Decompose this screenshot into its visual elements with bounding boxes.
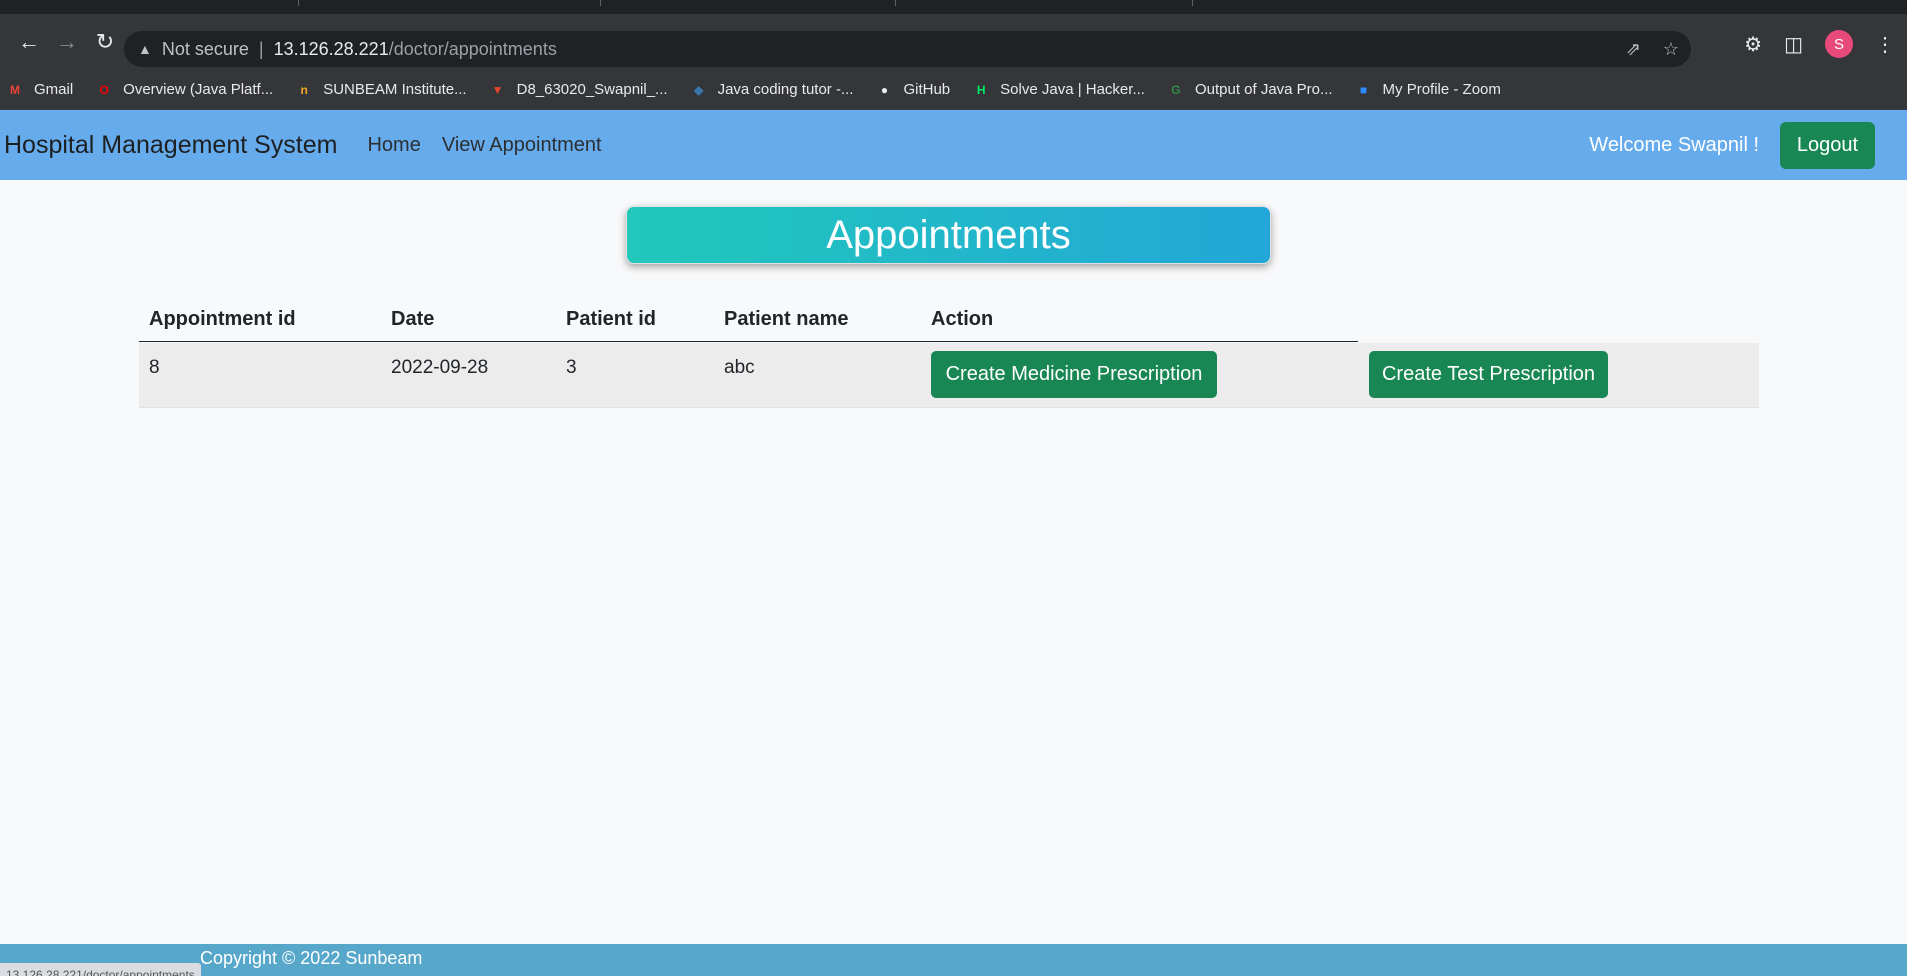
browser-status-url: 13.126.28.221/doctor/appointments: [0, 963, 201, 976]
welcome-text: Welcome Swapnil !: [1589, 133, 1759, 156]
bookmark-item[interactable]: ● GitHub: [875, 81, 950, 99]
sunbeam-icon: n: [300, 82, 308, 97]
table-header: Appointment id Date Patient id Patient n…: [139, 296, 1358, 342]
browser-toolbar: ← → ↻ ▲ Not secure | 13.126.28.221/docto…: [0, 14, 1907, 70]
forward-arrow-icon[interactable]: →: [48, 23, 86, 61]
bookmarks-bar: M Gmail O Overview (Java Platf... n SUNBEAM I…: [0, 70, 1907, 110]
zoom-icon: ■: [1359, 82, 1368, 97]
bookmark-label: Gmail: [34, 81, 74, 98]
nav-view-appointment-link[interactable]: View Appointment: [442, 134, 602, 157]
back-arrow-icon[interactable]: ←: [10, 23, 48, 61]
header-patient-id: Patient id: [566, 308, 657, 330]
tab-divider: [1192, 0, 1193, 6]
bookmark-label: Solve Java | Hacker...: [1000, 81, 1145, 98]
create-test-prescription-button[interactable]: Create Test Prescription: [1369, 351, 1608, 398]
copyright-text: Copyright © 2022 Sunbeam: [200, 948, 423, 968]
cell-patient-name: abc: [724, 357, 755, 378]
python-icon: ◆: [693, 82, 704, 97]
bookmark-label: Overview (Java Platf...: [123, 81, 274, 98]
bookmark-star-icon[interactable]: ☆: [1663, 39, 1679, 60]
bookmark-item[interactable]: M Gmail: [6, 81, 73, 99]
bookmark-label: SUNBEAM Institute...: [323, 81, 467, 98]
table-row: 8 2022-09-28 3 abc Create Medicine Presc…: [139, 343, 1759, 408]
bookmark-item[interactable]: G Output of Java Pro...: [1167, 81, 1333, 99]
tab-divider: [600, 0, 601, 6]
hackerrank-icon: H: [976, 82, 986, 97]
profile-avatar[interactable]: S: [1825, 30, 1853, 58]
bookmark-item[interactable]: H Solve Java | Hacker...: [972, 81, 1145, 99]
gitlab-icon: ▼: [491, 82, 504, 97]
url-host: 13.126.28.221: [273, 38, 389, 59]
bookmark-item[interactable]: n SUNBEAM Institute...: [295, 81, 467, 99]
gmail-icon: M: [10, 82, 20, 97]
cell-patient-id: 3: [566, 357, 577, 378]
bookmark-label: GitHub: [903, 81, 951, 98]
appointments-table: Appointment id Date Patient id Patient n…: [139, 296, 1759, 408]
bookmark-item[interactable]: O Overview (Java Platf...: [95, 81, 274, 99]
share-icon[interactable]: ⇗: [1626, 39, 1641, 60]
bookmark-item[interactable]: ■ My Profile - Zoom: [1355, 81, 1501, 99]
header-date: Date: [391, 308, 435, 330]
side-panel-icon[interactable]: ◫: [1784, 32, 1803, 57]
cell-date: 2022-09-28: [391, 357, 489, 378]
github-icon: ●: [880, 82, 889, 97]
header-patient-name: Patient name: [724, 308, 849, 330]
logout-button[interactable]: Logout: [1780, 122, 1875, 169]
browser-tabstrip: [0, 0, 1907, 14]
tab-divider: [895, 0, 896, 6]
app-navbar: Hospital Management System Home View App…: [0, 110, 1907, 180]
create-medicine-prescription-button[interactable]: Create Medicine Prescription: [931, 351, 1217, 398]
bookmark-item[interactable]: ▼ D8_63020_Swapnil_...: [489, 81, 668, 99]
geeksforgeeks-icon: G: [1171, 82, 1181, 97]
page-title: Appointments: [626, 206, 1271, 264]
bookmark-label: Output of Java Pro...: [1194, 81, 1333, 98]
reload-icon[interactable]: ↻: [86, 23, 124, 61]
oracle-icon: O: [99, 82, 109, 97]
address-bar[interactable]: ▲ Not secure | 13.126.28.221/doctor/appo…: [124, 31, 1691, 67]
header-appointment-id: Appointment id: [149, 308, 296, 330]
not-secure-label[interactable]: Not secure: [162, 39, 249, 60]
header-action: Action: [931, 308, 994, 330]
brand-title[interactable]: Hospital Management System: [4, 131, 337, 160]
footer: Copyright © 2022 Sunbeam: [0, 944, 1907, 976]
bookmark-item[interactable]: ◆ Java coding tutor -...: [690, 81, 854, 99]
bookmark-label: D8_63020_Swapnil_...: [516, 81, 668, 98]
menu-kebab-icon[interactable]: ⋮: [1875, 32, 1895, 57]
url-path: /doctor/appointments: [388, 38, 557, 59]
bookmark-label: Java coding tutor -...: [717, 81, 854, 98]
cell-appointment-id: 8: [149, 357, 160, 378]
bookmark-label: My Profile - Zoom: [1382, 81, 1501, 98]
tab-divider: [298, 0, 299, 6]
nav-home-link[interactable]: Home: [367, 134, 420, 157]
url-separator: |: [258, 38, 264, 59]
warning-icon[interactable]: ▲: [138, 41, 152, 57]
extensions-puzzle-icon[interactable]: ⚙: [1744, 32, 1762, 57]
